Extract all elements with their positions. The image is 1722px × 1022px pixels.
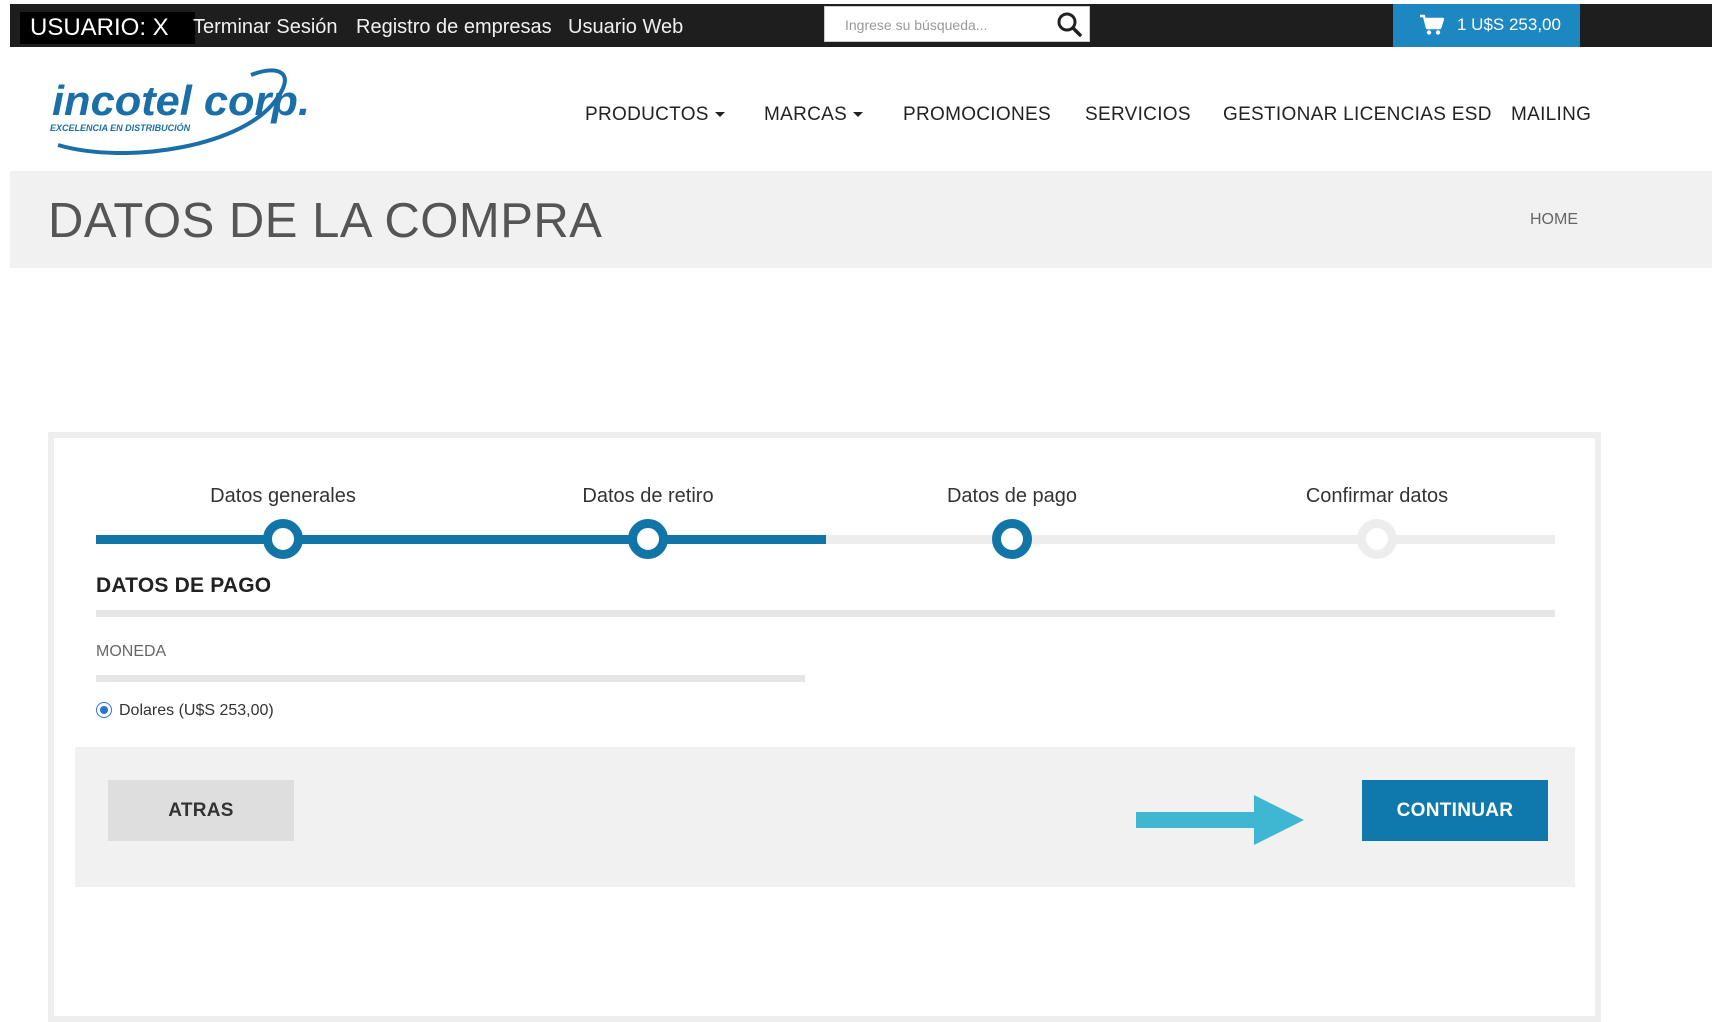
search-button[interactable]: [1055, 10, 1085, 38]
checkout-card: Datos generales Datos de retiro Datos de…: [48, 432, 1601, 1022]
step-label-confirmar-datos: Confirmar datos: [1305, 485, 1449, 507]
cart-button[interactable]: 1 U$S 253,00: [1393, 4, 1580, 47]
top-bar: USUARIO: X Terminar Sesión Registro de e…: [10, 4, 1712, 47]
arrow-right-icon: [1136, 795, 1304, 845]
nav-servicios[interactable]: SERVICIOS: [1085, 103, 1191, 127]
nav-productos[interactable]: PRODUCTOS: [585, 103, 725, 127]
back-button[interactable]: ATRAS: [108, 780, 294, 841]
currency-label: MONEDA: [96, 643, 167, 660]
continue-button[interactable]: CONTINUAR: [1362, 780, 1548, 841]
currency-option-label: Dolares (U$S 253,00): [119, 702, 274, 719]
search-input[interactable]: [825, 7, 1072, 43]
section-title: DATOS DE PAGO: [96, 574, 272, 597]
company-registry-link[interactable]: Registro de empresas: [356, 13, 552, 41]
logout-link[interactable]: Terminar Sesión: [193, 13, 338, 41]
radio-selected-icon[interactable]: [96, 702, 112, 718]
breadcrumb-home[interactable]: HOME: [1530, 211, 1578, 229]
section-divider: [96, 610, 1555, 617]
site-header: incotel corp. EXCELENCIA EN DISTRIBUCIÓN…: [10, 47, 1712, 171]
svg-text:incotel corp.: incotel corp.: [52, 77, 310, 124]
nav-mailing[interactable]: MAILING: [1511, 103, 1591, 127]
cart-total: 1 U$S 253,00: [1457, 15, 1561, 34]
nav-marcas[interactable]: MARCAS: [764, 103, 864, 127]
search-icon: [1057, 12, 1082, 37]
title-band: DATOS DE LA COMPRA HOME: [10, 171, 1712, 268]
page-title: DATOS DE LA COMPRA: [48, 194, 603, 248]
step-label-datos-retiro: Datos de retiro: [582, 485, 714, 507]
action-bar: ATRAS CONTINUAR: [75, 747, 1575, 887]
progress-fill: [96, 535, 826, 544]
step-dot-datos-pago[interactable]: [992, 519, 1032, 559]
currency-divider: [96, 675, 805, 682]
step-dot-datos-generales[interactable]: [263, 519, 303, 559]
search-box: [824, 6, 1090, 43]
step-dot-confirmar-datos: [1357, 519, 1397, 559]
svg-text:EXCELENCIA EN DISTRIBUCIÓN: EXCELENCIA EN DISTRIBUCIÓN: [50, 122, 191, 133]
nav-promociones[interactable]: PROMOCIONES: [903, 103, 1051, 127]
chevron-down-icon: [853, 112, 864, 118]
shopping-cart-icon: [1420, 14, 1445, 35]
step-label-datos-pago: Datos de pago: [946, 485, 1078, 507]
user-label: USUARIO: X: [20, 12, 195, 44]
incotel-logo[interactable]: incotel corp. EXCELENCIA EN DISTRIBUCIÓN: [46, 57, 316, 157]
currency-option-dollars[interactable]: Dolares (U$S 253,00): [96, 702, 274, 720]
nav-licencias-esd[interactable]: GESTIONAR LICENCIAS ESD: [1223, 103, 1492, 127]
chevron-down-icon: [714, 112, 725, 118]
step-dot-datos-retiro[interactable]: [628, 519, 668, 559]
step-label-datos-generales: Datos generales: [210, 485, 356, 507]
web-user-link[interactable]: Usuario Web: [568, 13, 683, 41]
